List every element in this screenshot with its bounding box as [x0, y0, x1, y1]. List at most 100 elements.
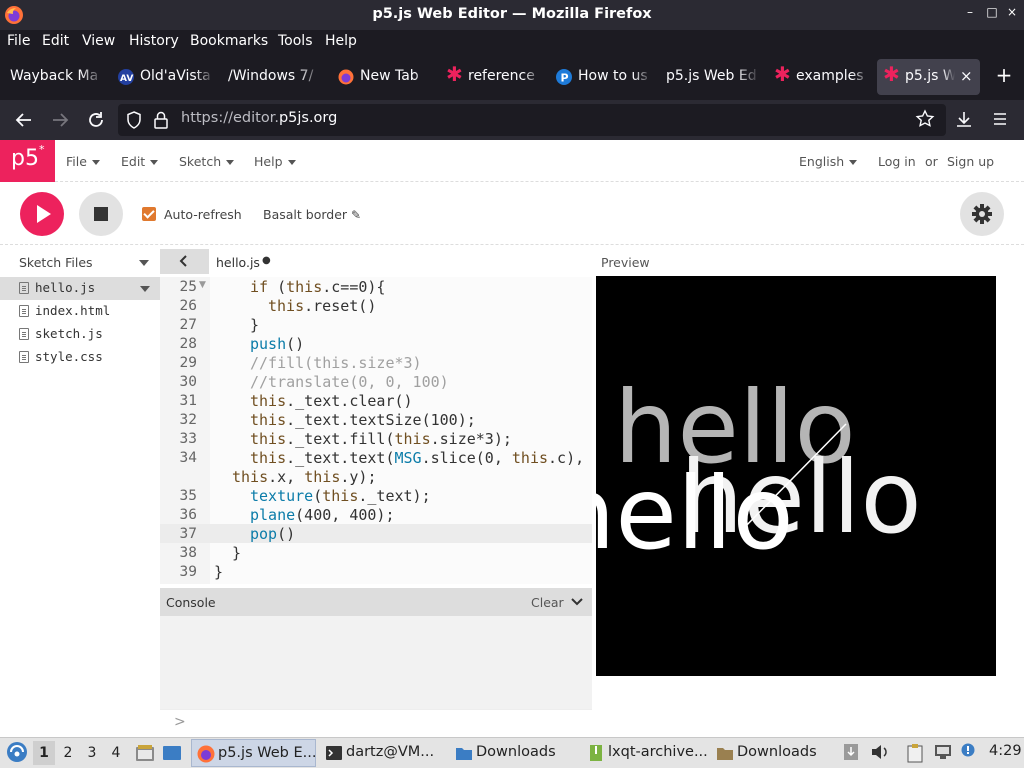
- console-header[interactable]: Console Clear: [160, 588, 592, 616]
- notification-icon[interactable]: [961, 743, 975, 757]
- tab-label: p5.js Web Ed: [666, 68, 757, 84]
- task-label: lxqt-archive...: [608, 744, 707, 760]
- url-prefix: https://editor.: [181, 110, 279, 126]
- shield-icon[interactable]: [124, 110, 144, 130]
- chevron-down-icon[interactable]: [140, 286, 150, 292]
- file-icon: [19, 328, 29, 340]
- login-link[interactable]: Log in: [878, 154, 916, 169]
- code-line: this._text.clear(): [250, 392, 413, 410]
- preview-canvas[interactable]: hello hello hello: [596, 276, 996, 676]
- tab-p5-active[interactable]: ✱ p5.js W ×: [877, 59, 980, 95]
- show-desktop-icon[interactable]: [162, 743, 182, 763]
- line-number: 38: [179, 545, 197, 561]
- code-line: this._text.textSize(100);: [250, 411, 476, 429]
- menu-view[interactable]: View: [82, 33, 115, 49]
- task-label: Downloads: [737, 744, 817, 760]
- clipboard-icon[interactable]: [906, 743, 924, 763]
- minimize-button[interactable]: –: [962, 5, 978, 23]
- workspace-3[interactable]: 3: [81, 741, 103, 765]
- reload-icon[interactable]: [84, 108, 108, 132]
- menu-tools[interactable]: Tools: [278, 33, 313, 49]
- file-icon: [19, 305, 29, 317]
- back-arrow-icon[interactable]: [12, 108, 36, 132]
- url-text[interactable]: https://editor.p5js.org: [181, 110, 337, 126]
- file-item-index-html[interactable]: index.html: [0, 300, 160, 323]
- unsaved-dot: ●: [261, 255, 271, 266]
- file-item-sketch-js[interactable]: sketch.js: [0, 323, 160, 346]
- p5-asterisk-icon: ✱: [883, 62, 900, 86]
- network-icon[interactable]: [933, 743, 953, 761]
- p5-menu-sketch[interactable]: Sketch: [179, 154, 235, 169]
- volume-icon[interactable]: [870, 743, 890, 761]
- workspace-4[interactable]: 4: [105, 741, 127, 765]
- lock-icon[interactable]: [152, 110, 170, 130]
- preview-render: hello hello hello: [596, 369, 922, 572]
- fold-arrow-icon[interactable]: ▼: [199, 280, 206, 290]
- stop-button[interactable]: [79, 192, 123, 236]
- start-menu-icon[interactable]: [6, 741, 28, 763]
- tab-reference[interactable]: ✱ reference: [440, 59, 544, 95]
- tab-wayback[interactable]: Wayback Ma: [2, 59, 106, 95]
- play-button[interactable]: [20, 192, 64, 236]
- bookmark-star-icon[interactable]: [915, 109, 935, 129]
- auto-refresh-checkbox[interactable]: [142, 207, 156, 221]
- tab-newtab[interactable]: New Tab: [330, 59, 434, 95]
- new-tab-button[interactable]: +: [993, 64, 1015, 86]
- file-manager-icon[interactable]: [135, 743, 155, 763]
- clock[interactable]: 4:29: [989, 743, 1022, 759]
- line-number: 37: [179, 526, 197, 542]
- file-item-hello-js[interactable]: hello.js: [0, 277, 160, 300]
- menu-file[interactable]: File: [7, 33, 30, 49]
- line-number: 31: [179, 393, 197, 409]
- line-number: 35: [179, 488, 197, 504]
- console-clear-button[interactable]: Clear: [531, 595, 564, 610]
- p5-logo-mark: *: [38, 143, 45, 156]
- menu-help[interactable]: Help: [325, 33, 357, 49]
- p5-menu-edit[interactable]: Edit: [121, 154, 159, 169]
- task-terminal[interactable]: dartz@VM...: [320, 739, 445, 767]
- menu-edit[interactable]: Edit: [42, 33, 69, 49]
- console-title: Console: [166, 595, 216, 610]
- tab-examples[interactable]: ✱ examples: [768, 59, 872, 95]
- forward-arrow-icon[interactable]: [48, 108, 72, 132]
- code-line: this.reset(): [268, 297, 377, 315]
- p5-menu-label: Edit: [121, 154, 146, 169]
- tab-oldavista[interactable]: AV Old'aVista: [110, 59, 216, 95]
- settings-button[interactable]: [960, 192, 1004, 236]
- sketch-files-header[interactable]: Sketch Files: [0, 250, 160, 274]
- task-firefox[interactable]: p5.js Web E...: [191, 739, 316, 767]
- sketch-name[interactable]: Basalt border ✎: [263, 207, 361, 222]
- tab-howto[interactable]: P How to us: [550, 59, 654, 95]
- menu-bookmarks[interactable]: Bookmarks: [190, 33, 268, 49]
- preview-label: Preview: [601, 255, 650, 270]
- workspace-1[interactable]: 1: [33, 741, 55, 765]
- workspace-2[interactable]: 2: [57, 741, 79, 765]
- code-line: push(): [250, 335, 305, 353]
- editor-filename: hello.js ●: [216, 255, 271, 270]
- chevron-down-icon[interactable]: [570, 596, 584, 608]
- updates-icon[interactable]: [843, 743, 859, 761]
- console-input[interactable]: >: [160, 709, 592, 737]
- altavista-icon: AV: [118, 69, 134, 85]
- tab-windows7[interactable]: /Windows 7/: [220, 59, 324, 95]
- language-select[interactable]: English: [799, 154, 858, 169]
- signup-link[interactable]: Sign up: [947, 154, 994, 169]
- maximize-button[interactable]: □: [984, 5, 1000, 23]
- tab-p5editor[interactable]: p5.js Web Ed: [658, 59, 762, 95]
- p5-menu-file[interactable]: File: [66, 154, 100, 169]
- close-window-button[interactable]: ×: [1004, 5, 1020, 23]
- close-tab-icon[interactable]: ×: [960, 67, 973, 85]
- line-number: 32: [179, 412, 197, 428]
- download-icon[interactable]: [954, 109, 974, 129]
- hamburger-menu-icon[interactable]: [990, 109, 1010, 129]
- p5-logo[interactable]: p5*: [0, 140, 55, 182]
- task-downloads-2[interactable]: Downloads: [711, 739, 836, 767]
- file-item-style-css[interactable]: style.css: [0, 346, 160, 369]
- task-archive[interactable]: lxqt-archive...: [582, 739, 707, 767]
- p5-menu-help[interactable]: Help: [254, 154, 296, 169]
- task-downloads-1[interactable]: Downloads: [450, 739, 578, 767]
- menu-history[interactable]: History: [129, 33, 179, 49]
- code-line: this.x, this.y);: [232, 468, 377, 486]
- chevron-down-icon[interactable]: [139, 260, 149, 266]
- collapse-sidebar-button[interactable]: [160, 249, 209, 274]
